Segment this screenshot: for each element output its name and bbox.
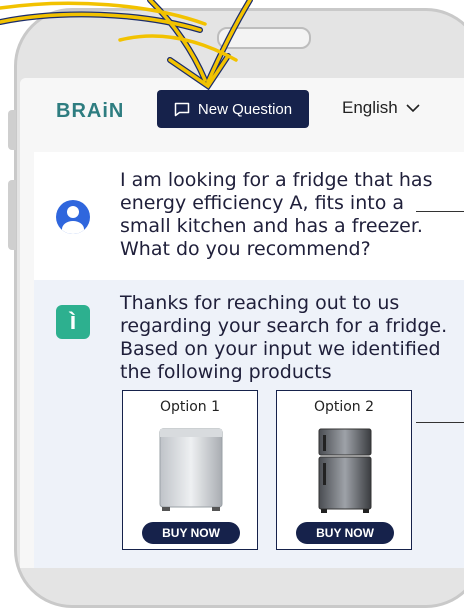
product-card-2[interactable]: Option 2 BUY NOW xyxy=(276,390,412,550)
product-card-1[interactable]: Option 1 BUY NOW xyxy=(122,390,258,550)
phone-side-button xyxy=(8,110,16,150)
language-selector[interactable]: English xyxy=(342,98,420,118)
buy-now-button[interactable]: BUY NOW xyxy=(296,522,394,544)
buy-now-button[interactable]: BUY NOW xyxy=(142,522,240,544)
highlight-arrow xyxy=(0,0,253,91)
phone-side-button xyxy=(8,180,16,250)
user-avatar-icon xyxy=(56,200,90,234)
chevron-down-icon xyxy=(406,103,420,112)
annotation-leader-line xyxy=(416,211,464,212)
language-label: English xyxy=(342,98,398,117)
bot-info-icon: ì xyxy=(56,305,90,339)
user-message-text: I am looking for a fridge that has energ… xyxy=(120,169,433,260)
option-label: Option 2 xyxy=(313,399,375,415)
option-label: Option 1 xyxy=(159,399,221,415)
mini-fridge-image xyxy=(159,428,223,511)
bot-message-text: Thanks for reaching out to us regarding … xyxy=(120,292,448,383)
fridge-image xyxy=(318,428,372,513)
user-message: I am looking for a fridge that has energ… xyxy=(34,152,464,280)
annotation-leader-line xyxy=(416,422,464,423)
